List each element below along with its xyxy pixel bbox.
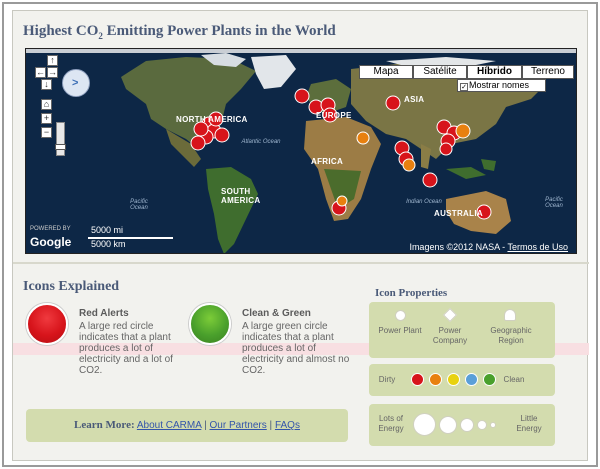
map-type-hibrido[interactable]: Híbrido	[467, 65, 522, 79]
map-type-satelite[interactable]: Satélite	[413, 65, 467, 79]
red-alerts-desc: A large red circle indicates that a plan…	[79, 321, 173, 376]
power-plant-label: Power Plant	[378, 326, 422, 335]
clean-green-title: Clean & Green	[242, 308, 311, 319]
section-divider	[13, 262, 589, 264]
link-separator: |	[204, 420, 207, 431]
dirty-dot-icon	[411, 373, 424, 386]
large-circle-icon	[413, 413, 436, 436]
pan-up-icon[interactable]: ↑	[47, 55, 58, 66]
scale-kilometers: 5000 km	[91, 239, 126, 249]
zoom-in-icon[interactable]: +	[41, 113, 52, 124]
pan-left-icon[interactable]: ←	[35, 67, 46, 78]
label-europe: EUROPE	[316, 111, 352, 120]
size-legend-box: Lots of Energy Little Energy	[369, 404, 555, 446]
label-pacific-ocean-east: Pacific Ocean	[545, 197, 563, 209]
color-legend-box: Dirty Clean	[369, 364, 555, 396]
small-circle-icon	[477, 420, 487, 430]
about-carma-link[interactable]: About CARMA	[137, 420, 201, 431]
show-labels-checkbox[interactable]: ✓ Mostrar nomes	[457, 79, 546, 92]
faqs-link[interactable]: FAQs	[275, 420, 300, 431]
link-separator: |	[269, 420, 273, 431]
pan-down-icon[interactable]: ↓	[41, 79, 52, 90]
content-panel: Highest CO2 Emitting Power Plants in the…	[12, 10, 589, 461]
zoom-slider-handle[interactable]	[55, 144, 66, 150]
power-plant-icon	[395, 310, 406, 321]
tiny-circle-icon	[490, 422, 496, 428]
street-view-control[interactable]: >	[62, 69, 90, 97]
clean-green-desc: A large green circle indicates that a pl…	[242, 321, 350, 376]
shape-legend-box: Power Plant Power Company Geographic Reg…	[369, 302, 555, 358]
power-company-icon	[442, 307, 458, 323]
map-attribution: Imagens ©2012 NASA - Termos de Uso	[409, 242, 568, 252]
moderate-dirty-dot-icon	[429, 373, 442, 386]
map-type-terreno[interactable]: Terreno	[522, 65, 574, 79]
learn-more-label: Learn More:	[74, 419, 135, 431]
geographic-region-label: Geographic Region	[490, 326, 532, 345]
chevron-right-icon: >	[72, 77, 79, 89]
dirty-label: Dirty	[378, 375, 396, 384]
our-partners-link[interactable]: Our Partners	[210, 420, 267, 431]
clean-label: Clean	[503, 375, 525, 384]
green-circle-icon	[189, 303, 231, 345]
label-atlantic-ocean: Atlantic Ocean	[241, 139, 281, 145]
show-labels-text: Mostrar nomes	[469, 80, 530, 90]
learn-more-bar: Learn More: About CARMA | Our Partners |…	[26, 409, 348, 442]
label-pacific-ocean-west: Pacific Ocean	[130, 199, 148, 211]
moderate-clean-dot-icon	[465, 373, 478, 386]
label-south-america: SOUTH AMERICA	[221, 187, 261, 205]
power-company-label: Power Company	[432, 326, 468, 345]
pan-right-icon[interactable]: →	[47, 67, 58, 78]
zoom-slider-track[interactable]	[56, 122, 65, 156]
geographic-region-icon	[504, 309, 516, 321]
medium-circle-icon	[460, 418, 474, 432]
page-title: Highest CO2 Emitting Power Plants in the…	[23, 23, 336, 41]
scale-miles: 5000 mi	[91, 225, 124, 235]
clean-dot-icon	[483, 373, 496, 386]
moderate-dot-icon	[447, 373, 460, 386]
red-circle-icon	[26, 303, 68, 345]
label-australia: AUSTRALIA	[434, 209, 483, 218]
world-map[interactable]: NORTH AMERICA EUROPE ASIA AFRICA SOUTH A…	[25, 48, 577, 254]
label-indian-ocean: Indian Ocean	[406, 199, 442, 205]
powered-by: POWERED BY	[30, 226, 71, 232]
icons-explained-title: Icons Explained	[23, 279, 120, 294]
lots-of-energy-label: Lots of Energy	[378, 414, 404, 433]
little-energy-label: Little Energy	[516, 414, 542, 433]
page-frame: Highest CO2 Emitting Power Plants in the…	[2, 2, 598, 467]
zoom-out-icon[interactable]: −	[41, 127, 52, 138]
label-africa: AFRICA	[311, 157, 344, 166]
medium-large-circle-icon	[439, 416, 457, 434]
map-type-mapa[interactable]: Mapa	[359, 65, 413, 79]
google-logo[interactable]: Google	[30, 235, 71, 249]
red-alerts-title: Red Alerts	[79, 308, 129, 319]
terms-link[interactable]: Termos de Uso	[507, 242, 568, 252]
icon-properties-title: Icon Properties	[375, 287, 448, 299]
checkmark-icon: ✓	[460, 83, 468, 91]
label-asia: ASIA	[404, 95, 425, 104]
label-north-america: NORTH AMERICA	[176, 115, 248, 124]
map-scale: 5000 mi 5000 km	[88, 225, 173, 251]
zoom-home-icon[interactable]: ⌂	[41, 99, 52, 110]
